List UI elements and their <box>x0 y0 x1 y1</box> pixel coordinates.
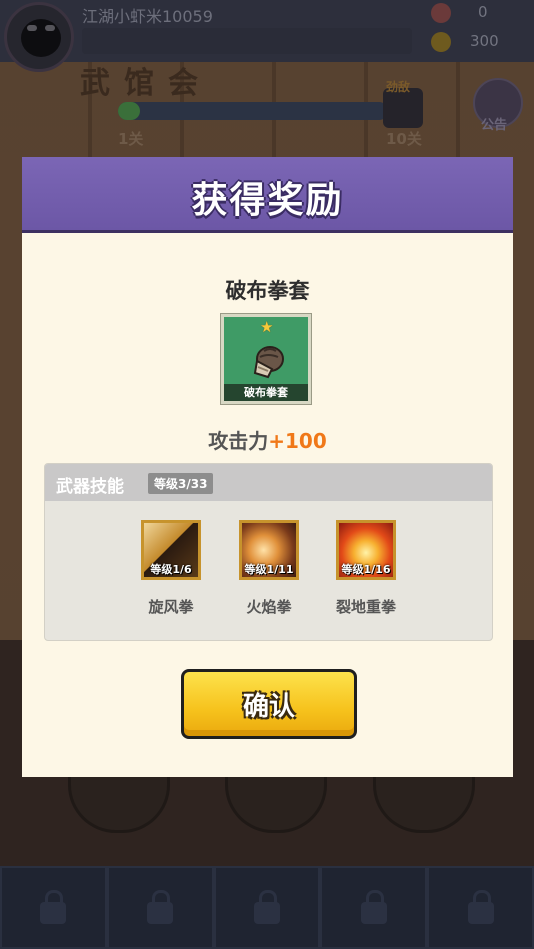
skill-level: 等级1/6 <box>150 563 192 576</box>
player-name: 江湖小虾米10059 <box>82 7 213 26</box>
notice-label: 公告 <box>481 118 508 133</box>
gem-icon <box>431 3 451 23</box>
skill-name: 裂地重拳 <box>335 598 396 616</box>
skill-name: 火焰拳 <box>246 598 292 616</box>
gem-count: 0 <box>478 3 488 21</box>
item-card[interactable]: ★ 破布拳套 <box>221 314 311 404</box>
bottom-nav-slot[interactable] <box>213 866 321 949</box>
confirm-label: 确认 <box>242 692 295 722</box>
skill-flame[interactable]: 等级1/11 火焰拳 <box>224 520 314 617</box>
boxing-glove-icon <box>253 346 284 379</box>
avatar-eye-icon <box>27 25 37 31</box>
player-avatar[interactable] <box>4 2 74 72</box>
star-icon: ★ <box>260 318 274 336</box>
lock-icon <box>360 889 387 924</box>
player-info-bar <box>82 28 412 54</box>
skill-ground-smash[interactable]: 等级1/16 裂地重拳 <box>321 520 411 617</box>
ground-smash-fist-icon: 等级1/16 <box>336 520 396 580</box>
dojo-sign: 武馆会 <box>80 66 212 101</box>
stage-progress-fill <box>118 102 140 120</box>
bottom-nav <box>0 866 534 949</box>
stage-start-label: 1关 <box>118 130 144 148</box>
confirm-button[interactable]: 确认 <box>181 669 357 739</box>
boss-tag: 劲敌 <box>386 80 411 94</box>
skills-level-badge: 等级3/33 <box>148 473 214 494</box>
avatar-eye-icon <box>45 25 55 31</box>
skill-level: 等级1/16 <box>341 563 391 576</box>
bottom-nav-slot[interactable] <box>0 866 107 949</box>
skill-name: 旋风拳 <box>148 598 194 616</box>
stage-end-label: 10关 <box>386 130 422 148</box>
item-name: 破布拳套 <box>225 279 310 303</box>
whirlwind-fist-icon: 等级1/6 <box>141 520 201 580</box>
stage-progress-bar <box>118 102 388 120</box>
reward-modal: 获得奖励 破布拳套 ★ 破布拳套 攻击力+100 武器技能 等级3/33 等级1… <box>22 157 513 777</box>
lock-icon <box>253 889 280 924</box>
skills-title: 武器技能 <box>56 477 124 497</box>
bottom-nav-slot[interactable] <box>106 866 214 949</box>
lock-icon <box>40 889 67 924</box>
attack-value: +100 <box>268 429 327 453</box>
lock-icon <box>147 889 174 924</box>
skill-whirlwind[interactable]: 等级1/6 旋风拳 <box>126 520 216 617</box>
modal-header: 获得奖励 <box>22 157 513 233</box>
attack-label: 攻击力 <box>208 429 269 453</box>
item-caption: 破布拳套 <box>224 384 308 401</box>
modal-title: 获得奖励 <box>191 180 344 221</box>
coin-icon <box>431 32 451 52</box>
coin-count: 300 <box>470 32 499 50</box>
skill-level: 等级1/11 <box>244 563 294 576</box>
flame-fist-icon: 等级1/11 <box>239 520 299 580</box>
bottom-nav-slot[interactable] <box>427 866 534 949</box>
weapon-skills-panel: 武器技能 等级3/33 等级1/6 旋风拳 等级1/11 火焰拳 等级1/16 … <box>44 463 493 641</box>
attack-stat: 攻击力+100 <box>22 425 513 454</box>
lock-icon <box>467 889 494 924</box>
skills-header: 武器技能 等级3/33 <box>45 464 492 501</box>
avatar-face-icon <box>21 19 61 57</box>
bottom-nav-slot[interactable] <box>320 866 428 949</box>
